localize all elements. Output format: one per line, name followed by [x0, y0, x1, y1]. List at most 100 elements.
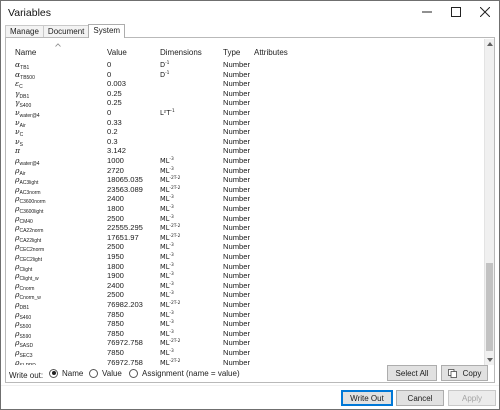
radio-label: Name	[62, 368, 84, 378]
scroll-thumb[interactable]	[486, 263, 493, 351]
table-row[interactable]: αTB500 0 D-1 Number	[7, 69, 484, 81]
variable-dimensions: ML-3	[160, 349, 174, 357]
radio-unselected-icon	[129, 368, 138, 378]
dimension-base: ML	[160, 176, 170, 185]
cancel-button[interactable]: Cancel	[396, 390, 444, 406]
table-row[interactable]: νwater@4 0 L²T-1 Number	[7, 108, 484, 120]
variables-list[interactable]: Name Value Dimensions Type Attributes αT…	[7, 39, 484, 365]
table-row[interactable]: γS400 0.25 Number	[7, 98, 484, 110]
dimension-base: ML	[160, 320, 170, 329]
variable-value: 1000	[107, 156, 124, 165]
column-header-value[interactable]: Value	[107, 48, 127, 57]
maximize-button[interactable]	[442, 1, 470, 23]
variable-dimensions: ML-3	[160, 243, 174, 251]
dimension-base: ML	[160, 262, 170, 271]
variable-type: Number	[223, 108, 251, 117]
table-row[interactable]: ρCM40 2500 ML-3 Number	[7, 214, 484, 225]
dimension-exponent: -2T-2	[169, 233, 181, 239]
variable-type: Number	[223, 165, 251, 175]
column-header-name[interactable]: Name	[15, 48, 36, 57]
tab-system[interactable]: System	[88, 24, 126, 38]
variable-value: 1900	[107, 271, 124, 281]
variable-type: Number	[223, 60, 251, 69]
scroll-down-arrow-icon[interactable]	[485, 355, 495, 365]
scroll-up-arrow-icon[interactable]	[485, 39, 495, 49]
table-row[interactable]: ρCnorm_w 2500 ML-3 Number	[7, 291, 484, 302]
table-row[interactable]: νS 0.3 Number	[7, 137, 484, 148]
table-row[interactable]: ρSASD 76972.758 ML-2T-2 Number	[7, 338, 484, 350]
column-header-attributes[interactable]: Attributes	[254, 48, 288, 57]
table-row[interactable]: ρClight_w 1900 ML-3 Number	[7, 271, 484, 283]
variable-type: Number	[223, 117, 251, 127]
table-row[interactable]: ρSEC3 7850 ML-3 Number	[7, 349, 484, 360]
apply-button[interactable]: Apply	[448, 390, 496, 406]
dimension-exponent: -3	[169, 291, 174, 297]
write-out-assignment-radio[interactable]: Assignment (name = value)	[129, 367, 240, 379]
variable-value: 0.33	[107, 117, 122, 127]
dimension-base: ML	[160, 157, 170, 165]
dimension-base: ML	[160, 224, 170, 233]
close-button[interactable]	[471, 1, 499, 23]
table-row[interactable]: ρAC3light 18065.035 ML-2T-2 Number	[7, 175, 484, 187]
variable-value: 18065.035	[107, 175, 143, 185]
dimension-base: ML	[160, 233, 170, 242]
variable-type: Number	[223, 242, 251, 252]
table-row[interactable]: ρCnorm 2400 ML-3 Number	[7, 280, 484, 292]
table-row[interactable]: π 3.142 Number	[7, 147, 484, 155]
dimension-base: ML	[160, 253, 170, 261]
table-row[interactable]: νC 0.2 Number	[7, 127, 484, 139]
column-header-dimensions[interactable]: Dimensions	[160, 48, 202, 57]
copy-button[interactable]: Copy	[441, 365, 488, 381]
table-row[interactable]: ρClight 1800 ML-3 Number	[7, 262, 484, 273]
variable-dimensions: ML-2T-2	[160, 359, 180, 365]
variable-value: 0.25	[107, 98, 122, 108]
table-row[interactable]: ρCA22light 17651.97 ML-2T-2 Number	[7, 232, 484, 244]
dimension-base: ML	[160, 339, 170, 348]
variable-dimensions: ML-3	[160, 282, 174, 290]
write-out-button[interactable]: Write Out	[341, 390, 393, 406]
minimize-button[interactable]	[413, 1, 441, 23]
variable-dimensions: ML-2T-2	[160, 186, 180, 194]
table-row[interactable]: αTB1 0 D-1 Number	[7, 60, 484, 72]
variable-dimensions: D-1	[160, 71, 169, 79]
variable-symbol: γ	[15, 98, 20, 108]
radio-unselected-icon	[89, 368, 98, 378]
table-row[interactable]: ρC3600norm 2400 ML-3 Number	[7, 195, 484, 206]
write-out-name-radio[interactable]: Name	[49, 367, 83, 379]
variable-name: ρSLPPD	[15, 358, 36, 365]
table-row[interactable]: ρCEC2norm 2500 ML-3 Number	[7, 242, 484, 254]
dimension-base: ML	[160, 358, 170, 365]
maximize-icon	[451, 7, 461, 17]
variable-value: 17651.97	[107, 232, 139, 242]
vertical-scrollbar[interactable]	[484, 39, 494, 365]
variable-type: Number	[223, 309, 251, 319]
write-out-value-radio[interactable]: Value	[89, 367, 122, 379]
table-row[interactable]: ρS590 7850 ML-3 Number	[7, 328, 484, 340]
dimension-exponent: -3	[169, 320, 174, 326]
dimension-exponent: -2T-2	[169, 339, 181, 345]
column-header-type[interactable]: Type	[223, 48, 240, 57]
variable-value: 0.2	[107, 127, 118, 137]
table-row[interactable]: ρAC3norm 23563.089 ML-2T-2 Number	[7, 185, 484, 196]
dimension-base: ML	[160, 243, 170, 252]
dimension-base: ML	[160, 291, 170, 300]
table-row[interactable]: ρCA22norm 22555.295 ML-2T-2 Number	[7, 224, 484, 235]
table-row[interactable]: ρwater@4 1000 ML-3 Number	[7, 156, 484, 168]
table-row[interactable]: ρS460 7850 ML-3 Number	[7, 309, 484, 321]
table-row[interactable]: νAir 0.33 Number	[7, 117, 484, 129]
dimension-exponent: -3	[169, 205, 174, 210]
variable-type: Number	[223, 319, 251, 329]
minimize-icon	[422, 11, 432, 13]
table-row[interactable]: ρS500 7850 ML-3 Number	[7, 319, 484, 331]
table-row[interactable]: ρC3600light 1800 ML-3 Number	[7, 205, 484, 216]
table-row[interactable]: γDB1 0.25 Number	[7, 89, 484, 100]
table-row[interactable]: εC 0.003 Number	[7, 80, 484, 91]
variable-type: Number	[223, 338, 251, 348]
table-row[interactable]: ρCEC2light 1950 ML-3 Number	[7, 253, 484, 264]
select-all-button[interactable]: Select All	[387, 365, 437, 381]
variable-value: 0	[107, 69, 112, 79]
variable-value: 7850	[107, 328, 124, 338]
variable-value: 2400	[107, 280, 124, 290]
table-row[interactable]: ρDB1 76982.203 ML-2T-2 Number	[7, 301, 484, 312]
table-row[interactable]: ρAir 2720 ML-3 Number	[7, 165, 484, 177]
